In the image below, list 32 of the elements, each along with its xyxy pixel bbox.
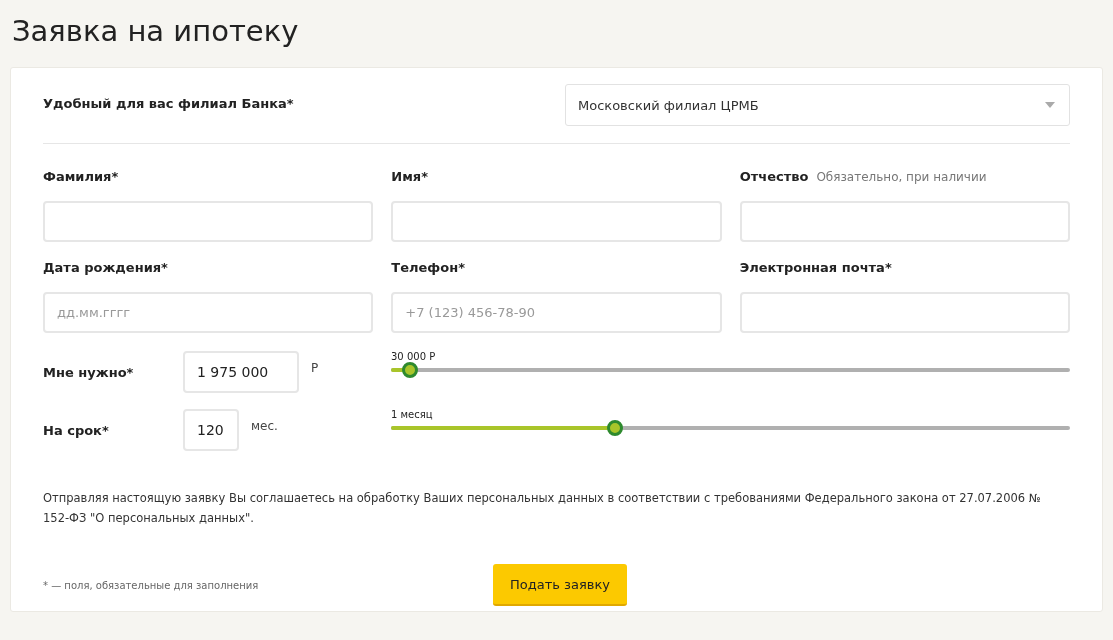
consent-text: Отправляя настоящую заявку Вы соглашаетесь на обработку Ваших персональных данных в соответствии с требованиями Федерального закона от 27.07.2006 № 152-ФЗ "О персональных данных". bbox=[43, 490, 1042, 527]
page-title: Заявка на ипотеку bbox=[12, 13, 300, 50]
slider[interactable] bbox=[391, 362, 1070, 378]
required-footnote: * — поля, обязательные для заполнения bbox=[43, 579, 260, 591]
input-field[interactable] bbox=[739, 201, 1070, 242]
input-field[interactable] bbox=[43, 201, 374, 242]
field-label: Мне нужно* bbox=[43, 364, 135, 380]
input-field[interactable]: 120 bbox=[183, 409, 239, 451]
slider[interactable] bbox=[391, 420, 1070, 436]
branch-dropdown[interactable]: Московский филиал ЦРМБ bbox=[565, 84, 1070, 126]
field-hint: Обязательно, при наличии bbox=[816, 170, 987, 184]
field-label: Фамилия* bbox=[43, 169, 119, 184]
input-field[interactable]: +7 (123) 456-78-90 bbox=[391, 292, 722, 333]
field-label: Электронная почта* bbox=[739, 260, 892, 275]
submit-button[interactable]: Подать заявку bbox=[493, 564, 627, 606]
slider-min-label: 1 месяц bbox=[391, 409, 433, 420]
slider-thumb[interactable] bbox=[607, 420, 624, 436]
field-label: На срок* bbox=[43, 422, 110, 438]
input-field[interactable] bbox=[391, 201, 722, 242]
input-field[interactable]: дд.мм.гггг bbox=[43, 292, 374, 333]
slider-thumb[interactable] bbox=[402, 362, 418, 378]
field-label: Отчество bbox=[739, 169, 809, 184]
input-field[interactable]: 1 975 000 bbox=[183, 351, 299, 393]
field-label: Имя* bbox=[391, 169, 428, 184]
unit-label: мес. bbox=[251, 419, 278, 433]
field-label: Удобный для вас филиал Банка* bbox=[43, 96, 294, 111]
field-label: Телефон* bbox=[391, 260, 465, 275]
unit-label: Р bbox=[311, 361, 319, 375]
field-label: Дата рождения* bbox=[43, 260, 168, 275]
caret-icon bbox=[1045, 102, 1055, 108]
slider-min-label: 30 000 Р bbox=[391, 351, 436, 362]
input-field[interactable] bbox=[739, 292, 1070, 333]
